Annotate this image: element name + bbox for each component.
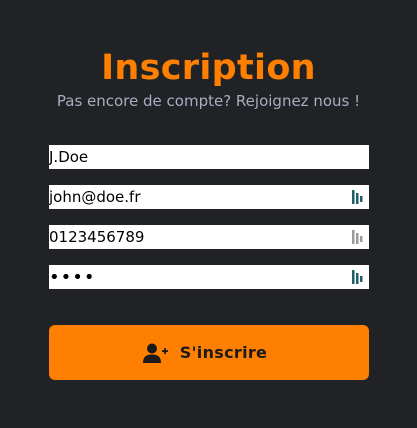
password-manager-icon[interactable]	[352, 190, 363, 204]
password-manager-icon[interactable]	[352, 230, 363, 244]
email-field[interactable]	[49, 185, 369, 209]
signup-button-label: S'inscrire	[179, 343, 268, 362]
phone-field[interactable]	[49, 225, 369, 249]
username-field[interactable]	[49, 145, 369, 169]
signup-button[interactable]: S'inscrire	[49, 325, 369, 380]
phone-input[interactable]	[49, 225, 349, 249]
page-subtitle: Pas encore de compte? Rejoignez nous !	[56, 92, 361, 110]
password-manager-icon[interactable]	[352, 270, 363, 284]
password-field[interactable]	[49, 265, 369, 289]
password-input[interactable]	[49, 265, 349, 289]
email-input[interactable]	[49, 185, 349, 209]
page-title: Inscription	[101, 48, 316, 88]
user-plus-icon	[142, 343, 168, 363]
username-input[interactable]	[49, 145, 349, 169]
